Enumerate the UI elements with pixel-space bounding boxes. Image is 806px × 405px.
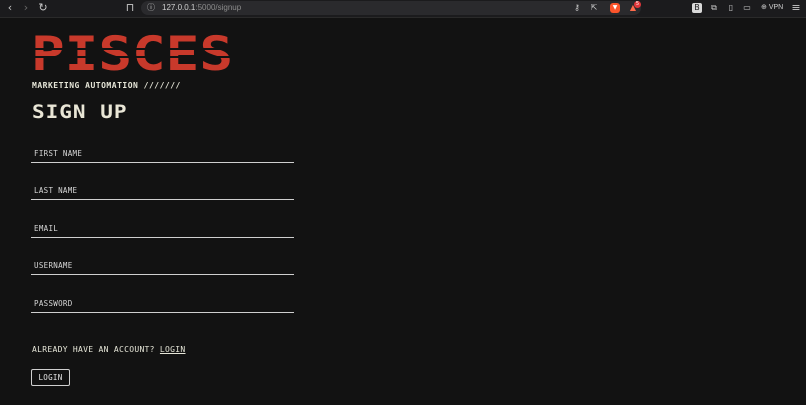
back-icon[interactable]: ‹ — [4, 2, 16, 14]
key-icon[interactable]: ⚷ — [572, 3, 582, 13]
brave-shield-icon[interactable]: ▼ — [610, 3, 620, 13]
pisces-logo: PISCES — [31, 30, 233, 74]
menu-icon[interactable]: ≡ — [790, 2, 802, 14]
toolbar-divider — [0, 17, 806, 18]
sidebar-icon[interactable]: ▯ — [726, 3, 736, 13]
forward-icon[interactable]: › — [20, 2, 32, 14]
login-button[interactable]: LOGIN — [31, 369, 70, 386]
share-icon[interactable]: ⇱ — [589, 3, 599, 13]
wallet-icon[interactable]: ▭ — [742, 3, 752, 13]
url-host: 127.0.0.1 — [162, 3, 196, 12]
email-input[interactable] — [31, 218, 294, 239]
vpn-label: VPN — [768, 4, 784, 11]
notification-badge: 5 — [634, 1, 641, 8]
account-prompt-text: ALREADY HAVE AN ACCOUNT? — [32, 345, 155, 354]
extension-icon[interactable]: B — [692, 3, 702, 13]
vpn-button[interactable]: ⊕ VPN — [761, 2, 783, 14]
url-path: :5000/signup — [195, 3, 242, 12]
reload-icon[interactable]: ↻ — [37, 2, 49, 14]
first-name-input[interactable] — [31, 143, 294, 164]
vpn-icon: ⊕ — [761, 4, 769, 11]
page-title: SIGN UP — [32, 101, 128, 123]
logo-text: PISCES — [31, 30, 233, 74]
bookmark-icon[interactable]: ⊓ — [124, 2, 136, 14]
last-name-field[interactable] — [31, 178, 294, 201]
login-link[interactable]: LOGIN — [160, 345, 186, 354]
username-field[interactable] — [31, 253, 294, 276]
password-field[interactable] — [31, 291, 294, 314]
account-prompt: ALREADY HAVE AN ACCOUNT? LOGIN — [32, 345, 186, 354]
tagline: MARKETING AUTOMATION /////// — [32, 81, 181, 90]
site-info-icon[interactable]: ⓘ — [146, 3, 156, 13]
browser-toolbar: ‹ › ↻ ⊓ ⓘ 127.0.0.1:5000/signup ⚷ ⇱ ▼ ▲ … — [0, 0, 806, 17]
last-name-input[interactable] — [31, 180, 294, 201]
extensions-puzzle-icon[interactable]: ⧉ — [709, 3, 719, 13]
url-text[interactable]: 127.0.0.1:5000/signup — [162, 2, 241, 14]
username-input[interactable] — [31, 255, 294, 276]
email-field[interactable] — [31, 216, 294, 239]
first-name-field[interactable] — [31, 141, 294, 164]
password-input[interactable] — [31, 293, 294, 314]
